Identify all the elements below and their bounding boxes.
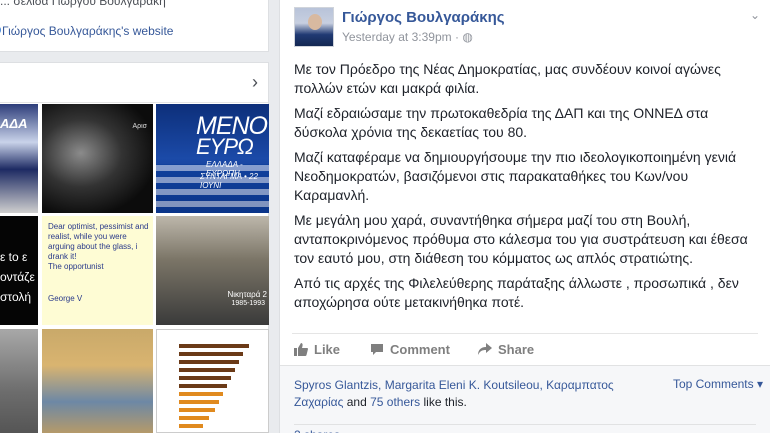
thumb-caption: Νικηταρά 2 [227, 290, 267, 299]
photos-header: › [0, 63, 268, 103]
thumb-bar [179, 352, 243, 356]
thumb-bar [179, 408, 215, 412]
post-paragraph: Με μεγάλη μου χαρά, συναντήθηκα σήμερα μ… [294, 212, 748, 266]
comment-button[interactable]: Comment [370, 342, 450, 357]
chevron-right-icon[interactable]: › [252, 73, 258, 91]
photo-thumb[interactable]: ΑΔΑ [0, 104, 38, 213]
share-button[interactable]: Share [478, 342, 534, 357]
thumb-caption-2: 1985-1993 [231, 300, 265, 307]
thumb-text: ΑΔΑ [0, 116, 28, 131]
share-icon [478, 343, 492, 355]
likers-list: Spyros Glantzis, Margarita Eleni K. Kout… [294, 377, 644, 411]
like-label: Like [314, 342, 341, 357]
thumb-bar [179, 384, 227, 388]
quote-body: Dear optimist, pessimist and realist, wh… [48, 222, 149, 261]
likers-others-link[interactable]: 75 others [370, 395, 420, 409]
like-button[interactable]: Like [294, 342, 340, 357]
shares-link[interactable]: 2 shares [294, 424, 756, 433]
post-actions: Like Comment Share [292, 333, 758, 365]
quote-signature: George V [48, 294, 83, 303]
photo-thumb[interactable]: ε to ε οντάζε στολή [0, 216, 38, 325]
thumb-bar [179, 368, 235, 372]
post-card: Γιώργος Βουλγαράκης Yesterday at 3:39pm … [279, 0, 770, 433]
thumb-text: Αρισ [132, 123, 147, 130]
share-label: Share [498, 342, 535, 357]
reactions-bar: Spyros Glantzis, Margarita Eleni K. Kout… [280, 365, 770, 433]
photo-thumb[interactable]: Dear optimist, pessimist and realist, wh… [42, 216, 153, 325]
left-column: ... σελίδα Γιώργου Βουλγαράκη Γιώργος Βο… [0, 0, 269, 433]
likers-and: and [343, 395, 371, 409]
post-timestamp[interactable]: Yesterday at 3:39pm [342, 30, 452, 44]
post-paragraph: Από τις αρχές της Φιλελεύθερης παράταξης… [294, 275, 739, 310]
photo-thumb[interactable]: Αρισ [42, 104, 153, 213]
meta-separator: · [454, 30, 459, 44]
post-meta: Yesterday at 3:39pm · ◍ [342, 30, 473, 44]
website-link[interactable]: Γιώργος Βουλγαράκης's website [2, 24, 173, 38]
thumb-line: στολή [0, 290, 32, 304]
thumb-bar [179, 376, 231, 380]
thumb-bar [179, 416, 209, 420]
post-author[interactable]: Γιώργος Βουλγαράκης [342, 9, 505, 26]
chevron-down-icon[interactable]: ⌄ [750, 8, 760, 22]
thumb-bar [179, 344, 249, 348]
post-paragraph: Μαζί εδραιώσαμε την πρωτοκαθεδρία της ΔΑ… [294, 105, 709, 140]
thumb-title-2: ΕΥΡΩ [196, 134, 254, 159]
thumb-bar [179, 360, 239, 364]
avatar[interactable] [294, 7, 334, 47]
website-icon [0, 25, 1, 35]
avatar-face [308, 14, 322, 30]
post-body: Με τον Πρόεδρο της Νέας Δημοκρατίας, μας… [294, 60, 756, 318]
photo-thumb[interactable] [42, 329, 153, 433]
top-comments-dropdown[interactable]: Top Comments ▾ [673, 377, 763, 391]
thumb-line: οντάζε [0, 270, 35, 284]
thumb-bar [179, 392, 223, 396]
thumb-line: ε to ε [0, 250, 28, 264]
photo-thumb[interactable] [156, 329, 269, 433]
about-card: ... σελίδα Γιώργου Βουλγαράκη Γιώργος Βο… [0, 0, 269, 52]
photo-thumb[interactable]: Νικηταρά 2 1985-1993 [156, 216, 269, 325]
quote-text: Dear optimist, pessimist and realist, wh… [48, 222, 153, 272]
thumb-sub-2: ΣΥΝΤΑΓΜΑ • 22 ΙΟΥΝΙ [200, 172, 258, 190]
post-paragraph: Μαζί καταφέραμε να δημιουργήσουμε την πι… [294, 149, 737, 203]
thumb-bar [179, 424, 203, 428]
photo-thumb[interactable] [0, 329, 38, 433]
photo-thumb[interactable]: ΜΕΝΟ ΕΥΡΩ ΕΛΛΑΔΑ - ΕΥΡΩΠΗ ΣΥΝΤΑΓΜΑ • 22 … [156, 104, 269, 213]
post-paragraph: Με τον Πρόεδρο της Νέας Δημοκρατίας, μας… [294, 61, 721, 96]
about-text: ... σελίδα Γιώργου Βουλγαράκη [0, 0, 166, 8]
likers-suffix: like this. [420, 395, 467, 409]
globe-icon: ◍ [462, 30, 473, 44]
thumbs-up-icon [294, 343, 308, 356]
comment-label: Comment [390, 342, 450, 357]
thumb-bar [179, 400, 219, 404]
comment-icon [371, 344, 383, 355]
quote-sub: The opportunist [48, 262, 104, 271]
